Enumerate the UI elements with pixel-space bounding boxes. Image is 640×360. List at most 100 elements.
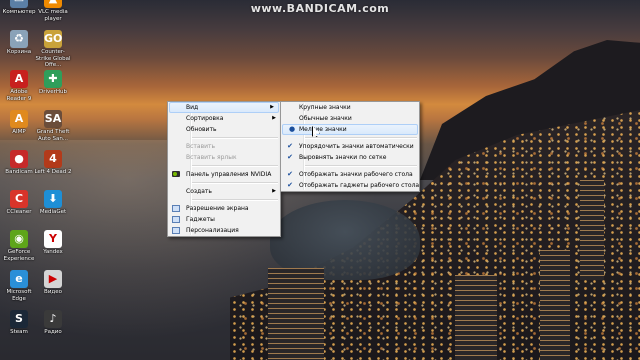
- desktop-icon-label: Left 4 Dead 2: [34, 169, 72, 175]
- desktop-icon-label: Радио: [44, 329, 62, 335]
- menu-item-label: Отображать гаджеты рабочего стола: [299, 182, 420, 189]
- desktop-icon-computer[interactable]: ▭Компьютер: [0, 0, 38, 16]
- desktop-icon-label: VLC media player: [38, 9, 68, 22]
- video-icon: ▶: [44, 270, 62, 288]
- desktop-icon-counter-strike[interactable]: GO Counter-Strike Global Offe...: [34, 30, 72, 69]
- adobe-reader-icon: A: [10, 70, 28, 88]
- context-menu-item-1[interactable]: Сортировка ▶: [168, 113, 280, 124]
- desktop-icon-area: ▭Компьютер▲VLC media player ♻КорзинаGOCou…: [0, 0, 80, 360]
- yandex-icon: Y: [44, 230, 62, 248]
- tower-building: [455, 275, 497, 360]
- desktop-icon-mediaget[interactable]: ⬇ MediaGet: [34, 190, 72, 216]
- checkmark-icon: ✔: [287, 142, 293, 150]
- desktop-icon-label: Yandex: [43, 249, 63, 255]
- context-menu-item-13[interactable]: Персонализация: [168, 225, 280, 236]
- menu-separator: [192, 199, 278, 201]
- desktop-icon-geforce[interactable]: ◉ GeForce Experience: [0, 230, 38, 262]
- bandicam-watermark: www.BANDICAM.com: [250, 2, 390, 15]
- context-menu-item-0[interactable]: Вид ▶: [169, 102, 279, 113]
- view-submenu-item-7[interactable]: ✔ Отображать значки рабочего стола: [281, 169, 419, 180]
- menu-item-label: Обычные значки: [299, 115, 352, 122]
- desktop-icon-label: Корзина: [6, 49, 32, 55]
- desktop-icon-label: CCleaner: [6, 209, 32, 215]
- screen-resolution-icon: [172, 205, 180, 212]
- desktop-icon-recycle-bin[interactable]: ♻ Корзина: [0, 30, 38, 56]
- context-menu-item-7[interactable]: Панель управления NVIDIA: [168, 169, 280, 180]
- desktop-icon-driverhub[interactable]: ✚ DriverHub: [34, 70, 72, 96]
- context-menu-item-4: Вставить: [168, 141, 280, 152]
- desktop-icon-label: DriverHub: [38, 89, 68, 95]
- context-menu-item-12[interactable]: Гаджеты: [168, 214, 280, 225]
- checkmark-icon: ✔: [287, 181, 293, 189]
- desktop-icon-yandex[interactable]: Y Yandex: [34, 230, 72, 256]
- submenu-arrow-icon: ▶: [270, 104, 274, 110]
- menu-item-label: Выровнять значки по сетке: [299, 154, 387, 161]
- menu-item-label: Вставить ярлык: [186, 154, 237, 161]
- view-submenu-item-1[interactable]: Обычные значки: [281, 113, 419, 124]
- driverhub-icon: ✚: [44, 70, 62, 88]
- menu-item-label: Отображать значки рабочего стола: [299, 171, 413, 178]
- nvidia-icon: [172, 171, 180, 177]
- desktop-icon-label: GeForce Experience: [3, 249, 35, 262]
- tower-building: [540, 250, 570, 360]
- checkmark-icon: ✔: [287, 170, 293, 178]
- view-submenu: Крупные значки Обычные значки ● Мелкие знач…: [280, 101, 420, 192]
- desktop-icon-label: Bandicam: [5, 169, 33, 175]
- menu-item-label: Вид: [186, 104, 199, 111]
- bandicam-icon: ●: [10, 150, 28, 168]
- radio-dot-icon: ●: [288, 125, 296, 133]
- submenu-arrow-icon: ▶: [272, 115, 276, 121]
- radio-icon: ♪: [44, 310, 62, 328]
- context-menu-item-5: Вставить ярлык: [168, 152, 280, 163]
- desktop-icon-video[interactable]: ▶ Видео: [34, 270, 72, 296]
- menu-separator: [192, 137, 278, 139]
- context-menu-item-11[interactable]: Разрешение экрана: [168, 203, 280, 214]
- view-submenu-item-5[interactable]: ✔ Выровнять значки по сетке: [281, 152, 419, 163]
- tower-building: [580, 180, 604, 280]
- desktop-icon-gta[interactable]: SA Grand Theft Auto San...: [34, 110, 72, 142]
- menu-item-label: Вставить: [186, 143, 216, 150]
- menu-separator: [192, 165, 278, 167]
- left4dead-icon: 4: [44, 150, 62, 168]
- view-submenu-item-4[interactable]: ✔ Упорядочить значки автоматически: [281, 141, 419, 152]
- menu-item-label: Крупные значки: [299, 104, 351, 111]
- desktop-icon-left4dead[interactable]: 4 Left 4 Dead 2: [34, 150, 72, 176]
- menu-item-label: Мелкие значки: [299, 126, 347, 133]
- context-menu-item-2[interactable]: Обновить: [168, 124, 280, 135]
- gta-icon: SA: [44, 110, 62, 128]
- desktop-icon-bandicam[interactable]: ● Bandicam: [0, 150, 38, 176]
- menu-item-label: Разрешение экрана: [186, 205, 249, 212]
- desktop-icon-edge[interactable]: e Microsoft Edge: [0, 270, 38, 302]
- steam-icon: S: [10, 310, 28, 328]
- desktop-icon-label: Microsoft Edge: [6, 289, 32, 302]
- ccleaner-icon: C: [10, 190, 28, 208]
- desktop-icon-label: Adobe Reader 9: [6, 89, 32, 102]
- geforce-icon: ◉: [10, 230, 28, 248]
- desktop-icon-label: AIMP: [12, 129, 26, 135]
- menu-item-label: Гаджеты: [186, 216, 215, 223]
- context-menu-item-9[interactable]: Создать ▶: [168, 186, 280, 197]
- view-submenu-item-2[interactable]: ● Мелкие значки: [282, 124, 418, 135]
- desktop-icon-steam[interactable]: S Steam: [0, 310, 38, 336]
- menu-item-label: Сортировка: [186, 115, 224, 122]
- desktop-icon-ccleaner[interactable]: C CCleaner: [0, 190, 38, 216]
- menu-item-label: Персонализация: [186, 227, 239, 234]
- desktop-context-menu: Вид ▶ Сортировка ▶ Обновить Вставить Вставить …: [167, 101, 281, 237]
- desktop-icon-aimp[interactable]: A AIMP: [0, 110, 38, 136]
- desktop-icon-radio[interactable]: ♪ Радио: [34, 310, 72, 336]
- tower-building: [268, 268, 324, 360]
- desktop-icon-adobe-reader[interactable]: A Adobe Reader 9: [0, 70, 38, 102]
- view-submenu-item-8[interactable]: ✔ Отображать гаджеты рабочего стола: [281, 180, 419, 191]
- submenu-arrow-icon: ▶: [272, 188, 276, 194]
- menu-item-label: Панель управления NVIDIA: [186, 171, 272, 178]
- recycle-bin-icon: ♻: [10, 30, 28, 48]
- menu-item-label: Обновить: [186, 126, 217, 133]
- view-submenu-item-0[interactable]: Крупные значки: [281, 102, 419, 113]
- computer-icon: ▭: [10, 0, 28, 8]
- counter-strike-icon: GO: [44, 30, 62, 48]
- edge-icon: e: [10, 270, 28, 288]
- desktop-icon-label: Компьютер: [2, 9, 36, 15]
- desktop-icon-label: Steam: [10, 329, 28, 335]
- desktop-icon-vlc[interactable]: ▲VLC media player: [34, 0, 72, 22]
- menu-item-label: Создать: [186, 188, 212, 195]
